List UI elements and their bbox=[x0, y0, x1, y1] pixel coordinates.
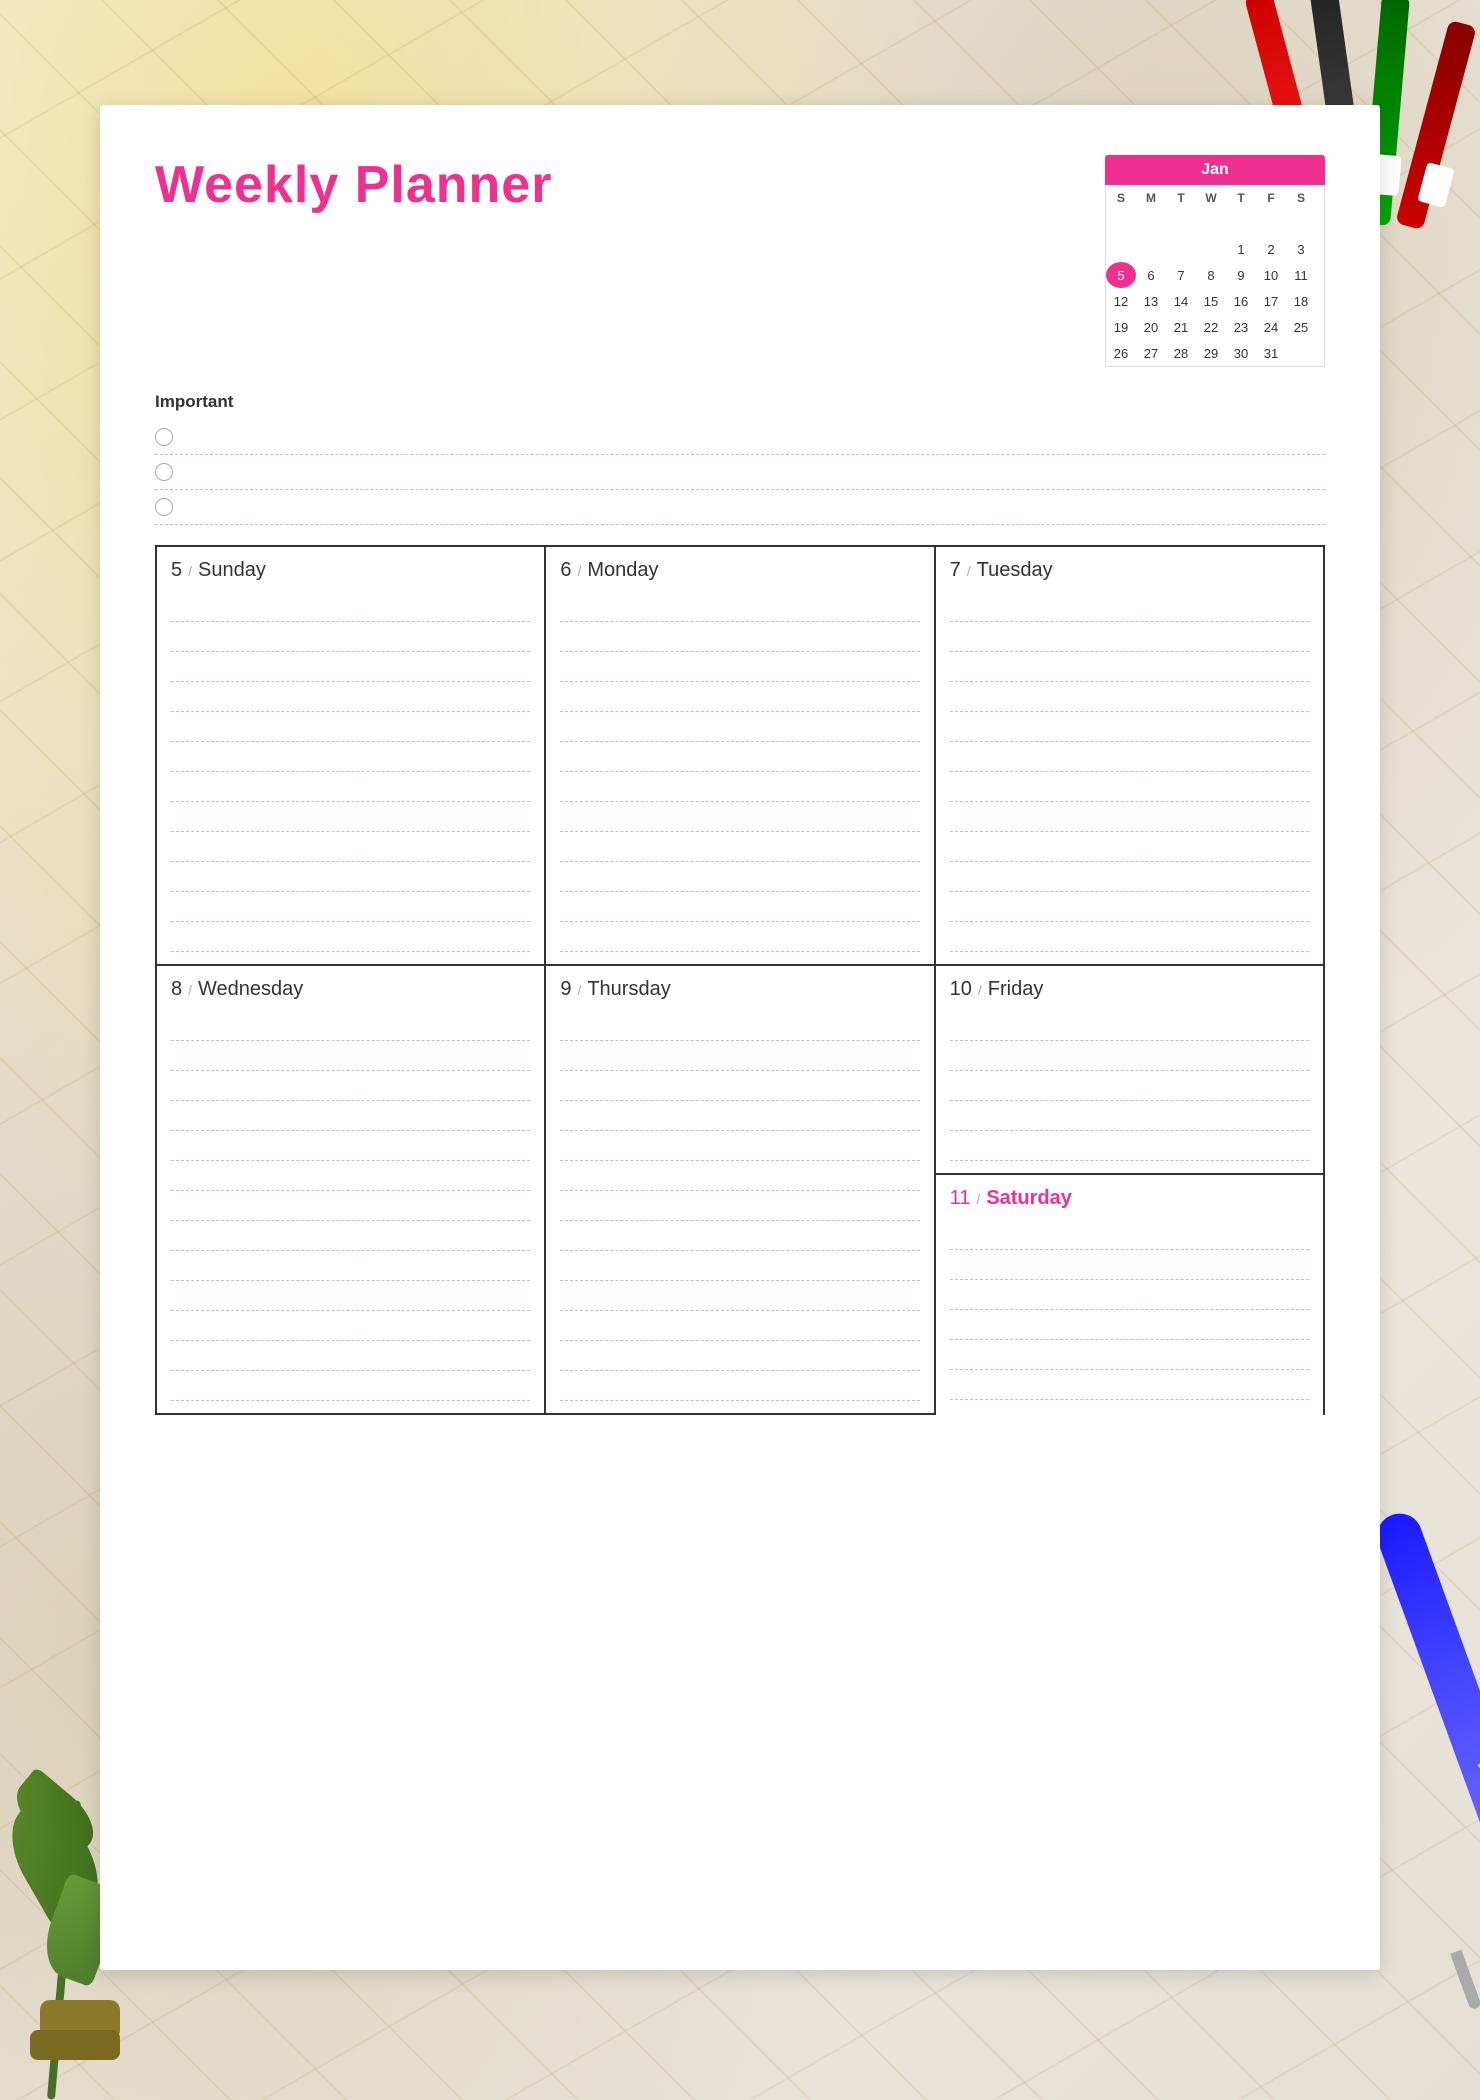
calendar-header-row: S M T W T F S bbox=[1106, 185, 1324, 236]
sunday-slash: / bbox=[188, 563, 192, 579]
thursday-lines bbox=[560, 1011, 919, 1401]
thursday-name: Thursday bbox=[587, 978, 670, 1001]
tuesday-name: Tuesday bbox=[977, 559, 1053, 582]
saturday-name: Saturday bbox=[986, 1187, 1072, 1210]
mini-calendar: Jan S M T W T F S bbox=[1105, 155, 1325, 367]
thursday-cell: 9 / Thursday bbox=[546, 966, 935, 1415]
monday-slash: / bbox=[577, 563, 581, 579]
friday-saturday-column: 10 / Friday 11 bbox=[936, 966, 1325, 1415]
wednesday-slash: / bbox=[188, 982, 192, 998]
friday-number: 10 bbox=[950, 978, 972, 1001]
checkbox-circle-2[interactable] bbox=[155, 463, 173, 481]
top-row: 5 / Sunday bbox=[155, 545, 1325, 966]
tuesday-cell: 7 / Tuesday bbox=[936, 547, 1325, 966]
important-section: Important bbox=[155, 392, 1325, 525]
bottom-row: 8 / Wednesday bbox=[155, 966, 1325, 1415]
checkbox-circle-3[interactable] bbox=[155, 498, 173, 516]
calendar-week-5: 26 27 28 29 30 31 bbox=[1106, 340, 1324, 366]
tuesday-slash: / bbox=[967, 563, 971, 579]
wednesday-name: Wednesday bbox=[198, 978, 303, 1001]
thursday-number: 9 bbox=[560, 978, 571, 1001]
friday-name: Friday bbox=[988, 978, 1044, 1001]
important-item-2[interactable] bbox=[155, 455, 1325, 490]
saturday-slash: / bbox=[976, 1191, 980, 1207]
calendar-week-2: 5 6 7 8 9 10 11 bbox=[1106, 262, 1324, 288]
saturday-number: 11 bbox=[950, 1187, 971, 1210]
important-item-3[interactable] bbox=[155, 490, 1325, 525]
checkbox-circle-1[interactable] bbox=[155, 428, 173, 446]
wednesday-lines bbox=[171, 1011, 530, 1401]
planner-header: Weekly Planner Jan S M T W T F S bbox=[155, 155, 1325, 367]
wednesday-cell: 8 / Wednesday bbox=[157, 966, 546, 1415]
friday-slash: / bbox=[978, 982, 982, 998]
monday-lines bbox=[560, 592, 919, 952]
wednesday-header: 8 / Wednesday bbox=[171, 978, 530, 1001]
monday-number: 6 bbox=[560, 559, 571, 582]
friday-header: 10 / Friday bbox=[950, 978, 1309, 1001]
sunday-cell: 5 / Sunday bbox=[157, 547, 546, 966]
saturday-cell: 11 / Saturday bbox=[936, 1175, 1323, 1415]
days-grid-wrapper: 5 / Sunday bbox=[155, 545, 1325, 1415]
friday-cell: 10 / Friday bbox=[936, 966, 1323, 1175]
wednesday-number: 8 bbox=[171, 978, 182, 1001]
calendar-week-4: 19 20 21 22 23 24 25 bbox=[1106, 314, 1324, 340]
calendar-week-3: 12 13 14 15 16 17 18 bbox=[1106, 288, 1324, 314]
sunday-header: 5 / Sunday bbox=[171, 559, 530, 582]
monday-name: Monday bbox=[587, 559, 658, 582]
planner-title: Weekly Planner bbox=[155, 155, 552, 215]
tuesday-header: 7 / Tuesday bbox=[950, 559, 1309, 582]
important-label: Important bbox=[155, 392, 1325, 412]
monday-cell: 6 / Monday bbox=[546, 547, 935, 966]
calendar-week-1: 1 2 3 bbox=[1106, 236, 1324, 262]
sunday-lines bbox=[171, 592, 530, 952]
important-item-1[interactable] bbox=[155, 420, 1325, 455]
saturday-lines bbox=[950, 1220, 1309, 1400]
sunday-number: 5 bbox=[171, 559, 182, 582]
friday-lines bbox=[950, 1011, 1309, 1161]
thursday-slash: / bbox=[577, 982, 581, 998]
tuesday-number: 7 bbox=[950, 559, 961, 582]
tuesday-lines bbox=[950, 592, 1309, 952]
sunday-name: Sunday bbox=[198, 559, 266, 582]
calendar-grid: S M T W T F S 1 2 3 bbox=[1105, 185, 1325, 367]
thursday-header: 9 / Thursday bbox=[560, 978, 919, 1001]
saturday-header: 11 / Saturday bbox=[950, 1187, 1309, 1210]
planner-card: Weekly Planner Jan S M T W T F S bbox=[100, 105, 1380, 1970]
calendar-month: Jan bbox=[1105, 155, 1325, 185]
monday-header: 6 / Monday bbox=[560, 559, 919, 582]
